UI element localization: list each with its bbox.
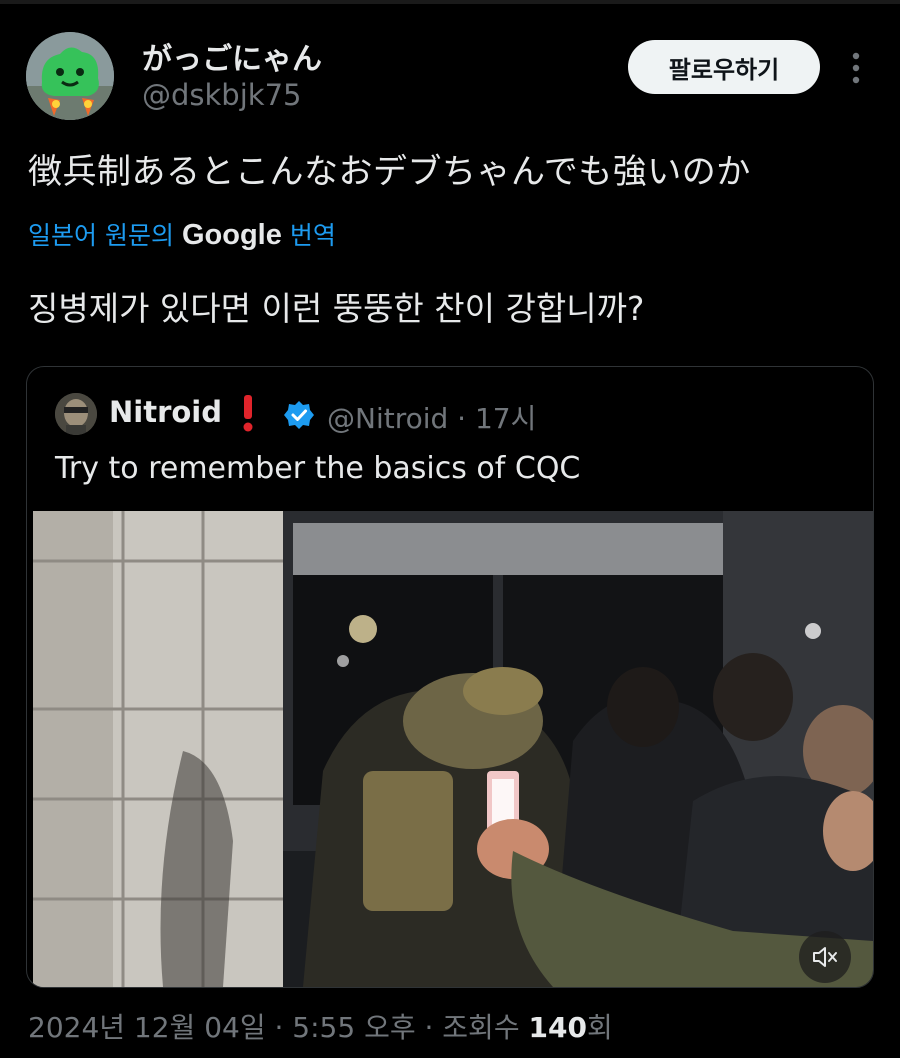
author-avatar[interactable] (26, 32, 114, 120)
quoted-tweet-card[interactable]: Nitroid @Nitroid · 17시 Try to remember t… (26, 366, 874, 988)
follow-button[interactable]: 팔로우하기 (628, 40, 820, 94)
quoted-video[interactable] (33, 511, 873, 987)
speaker-muted-icon (813, 947, 837, 967)
translated-text: 징병제가 있다면 이런 뚱뚱한 찬이 강합니까? (28, 289, 645, 328)
view-count: 140 (528, 1011, 587, 1044)
quoted-handle-time[interactable]: @Nitroid · 17시 (327, 397, 536, 437)
verified-badge-icon (283, 399, 315, 431)
mute-button[interactable] (799, 931, 851, 983)
quoted-author-name[interactable]: Nitroid (109, 395, 222, 429)
green-creature-avatar-icon (26, 32, 114, 120)
author-display-name[interactable]: がっごにゃん (142, 34, 322, 78)
translation-suffix: 번역 (289, 221, 336, 250)
tweet-metadata: 2024년 12월 04일 · 5:55 오후 · 조회수 140회 (28, 1006, 613, 1046)
red-exclamation-icon (241, 393, 255, 433)
tweet-text: 徴兵制あるとこんなおデブちゃんでも強いのか (28, 152, 751, 192)
top-divider (0, 0, 900, 4)
google-wordmark: Google (181, 219, 282, 251)
quoted-author-avatar[interactable] (55, 393, 97, 435)
translation-attribution[interactable]: 일본어 원문의 Google 번역 (28, 216, 336, 252)
view-suffix: 회 (586, 1011, 613, 1044)
translation-prefix: 일본어 원문의 (28, 221, 174, 250)
video-frame-image (33, 511, 873, 987)
quoted-text: Try to remember the basics of CQC (55, 451, 581, 486)
author-handle[interactable]: @dskbjk75 (142, 78, 301, 112)
timestamp[interactable]: 2024년 12월 04일 · 5:55 오후 · 조회수 (28, 1011, 528, 1044)
more-vertical-icon[interactable] (842, 48, 870, 88)
